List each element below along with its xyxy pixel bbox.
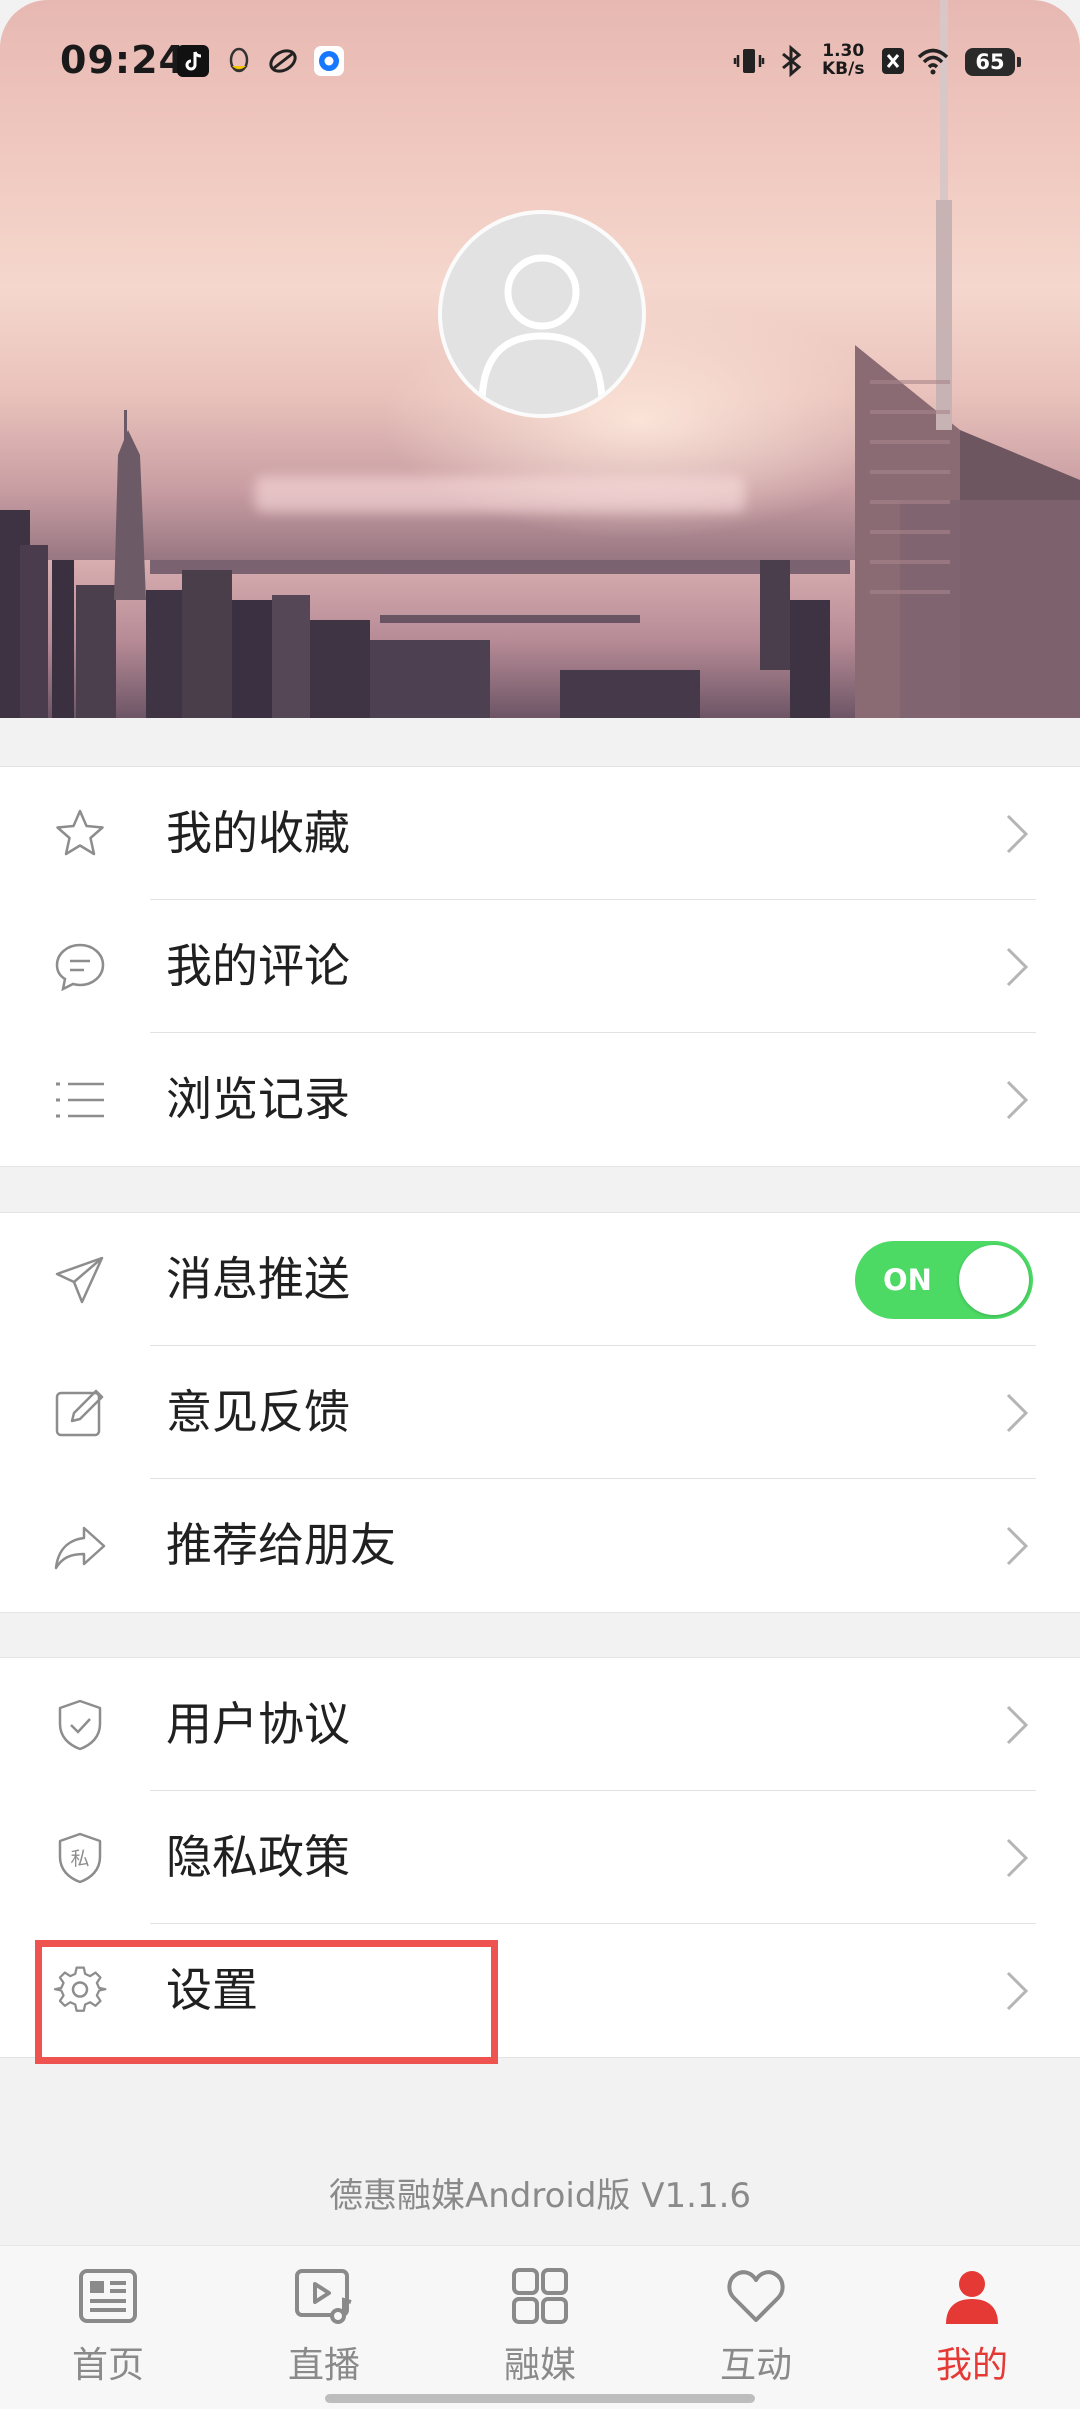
- share-icon: [54, 1526, 106, 1570]
- menu-label-share: 推荐给朋友: [166, 1518, 396, 1572]
- home-indicator[interactable]: [325, 2394, 755, 2403]
- privacy-badge-text: 私: [70, 1848, 89, 1870]
- profile-header: 09:24 1.30 KB/s 65: [0, 0, 1080, 718]
- bluetooth-icon: [782, 44, 802, 78]
- tiktok-icon: [177, 45, 209, 77]
- menu-item-privacy[interactable]: 私 隐私政策: [0, 1791, 1080, 1924]
- chevron-right-icon: [1006, 947, 1029, 987]
- network-speed-unit: KB/s: [822, 59, 865, 79]
- vibrate-icon: [733, 49, 765, 73]
- tab-mine-label: 我的: [935, 2345, 1008, 2386]
- network-speed: 1.30 KB/s: [822, 42, 864, 78]
- wifi-icon: [917, 48, 949, 75]
- grid-icon: [512, 2268, 568, 2324]
- star-icon: [56, 809, 104, 856]
- no-sim-icon: [882, 48, 904, 74]
- tab-live-label: 直播: [287, 2345, 360, 2386]
- chevron-right-icon: [1006, 1971, 1029, 2011]
- status-bar: 09:24 1.30 KB/s 65: [0, 0, 1080, 120]
- app-version: 德惠融媒Android版 V1.1.6: [328, 2176, 752, 2216]
- privacy-shield-icon: 私: [58, 1832, 102, 1884]
- tab-home-label: 首页: [71, 2345, 144, 2386]
- tab-interact-label: 互动: [719, 2345, 792, 2386]
- push-toggle-text: ON: [883, 1263, 932, 1297]
- chevron-right-icon: [1006, 1838, 1029, 1878]
- menu-group-general: 消息推送 ON 意见反馈 推荐给朋友: [0, 1212, 1080, 1613]
- user-placeholder-icon: [478, 254, 606, 405]
- comment-icon: [55, 943, 105, 992]
- tab-mine[interactable]: 我的: [864, 2246, 1080, 2409]
- battery-indicator: 65: [965, 48, 1021, 76]
- tab-interact[interactable]: 互动: [648, 2246, 864, 2409]
- menu-label-feedback: 意见反馈: [166, 1385, 350, 1439]
- menu-label-favorites: 我的收藏: [166, 806, 350, 860]
- push-toggle[interactable]: ON: [855, 1241, 1033, 1319]
- list-icon: [56, 1082, 104, 1118]
- avatar[interactable]: [438, 210, 646, 418]
- menu-item-favorites[interactable]: 我的收藏: [0, 767, 1080, 900]
- app-logo-icon: [269, 49, 297, 73]
- chevron-right-icon: [1006, 1705, 1029, 1745]
- menu-item-user-agreement[interactable]: 用户协议: [0, 1658, 1080, 1791]
- settings-highlight-box: [35, 1940, 498, 2064]
- heart-icon: [727, 2270, 785, 2322]
- send-icon: [55, 1256, 104, 1304]
- chevron-right-icon: [1006, 1393, 1029, 1433]
- chevron-right-icon: [1006, 1080, 1029, 1120]
- menu-group-content: 我的收藏 我的评论 浏览记录: [0, 766, 1080, 1167]
- user-name-redacted: [255, 476, 745, 512]
- toggle-knob: [959, 1245, 1029, 1315]
- menu-label-user-agreement: 用户协议: [166, 1697, 350, 1751]
- edit-icon: [55, 1389, 104, 1437]
- live-icon: [295, 2269, 352, 2324]
- bottom-nav: 首页 直播 融媒 互动 我的: [0, 2245, 1080, 2409]
- chevron-right-icon: [1006, 814, 1029, 854]
- tab-media-label: 融媒: [503, 2345, 576, 2386]
- menu-item-share[interactable]: 推荐给朋友: [0, 1479, 1080, 1612]
- menu-item-feedback[interactable]: 意见反馈: [0, 1346, 1080, 1479]
- tab-home[interactable]: 首页: [0, 2246, 216, 2409]
- menu-label-history: 浏览记录: [166, 1072, 350, 1126]
- shield-check-icon: [58, 1699, 102, 1751]
- browser-icon: [314, 46, 344, 76]
- person-icon: [946, 2271, 998, 2324]
- tab-live[interactable]: 直播: [216, 2246, 432, 2409]
- network-speed-value: 1.30: [822, 41, 865, 61]
- tab-media[interactable]: 融媒: [432, 2246, 648, 2409]
- news-icon: [79, 2269, 137, 2323]
- menu-item-push: 消息推送 ON: [0, 1213, 1080, 1346]
- menu-label-privacy: 隐私政策: [166, 1830, 350, 1884]
- menu-label-comments: 我的评论: [166, 939, 350, 993]
- qq-icon: [229, 47, 249, 73]
- menu-label-push: 消息推送: [166, 1252, 350, 1306]
- menu-item-comments[interactable]: 我的评论: [0, 900, 1080, 1033]
- chevron-right-icon: [1006, 1526, 1029, 1566]
- menu-item-history[interactable]: 浏览记录: [0, 1033, 1080, 1166]
- status-time: 09:24: [60, 38, 186, 82]
